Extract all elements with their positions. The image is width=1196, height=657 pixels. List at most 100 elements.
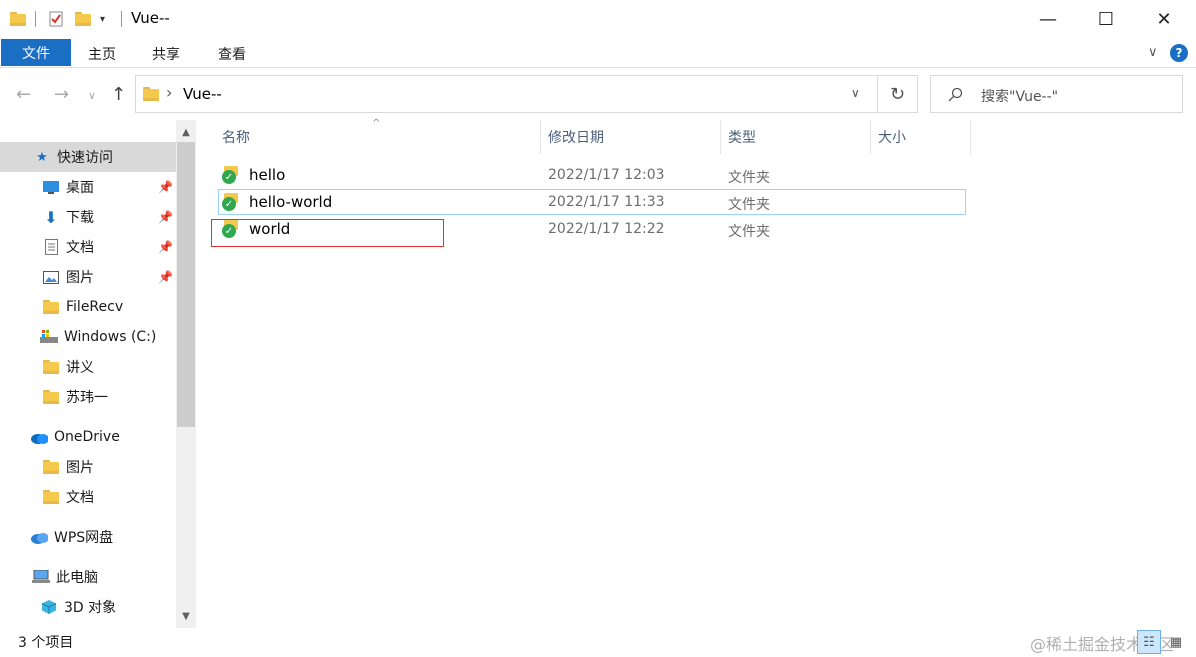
column-divider[interactable]: [720, 120, 721, 154]
tab-home[interactable]: 主页: [88, 44, 116, 64]
details-view-button[interactable]: ☷: [1137, 630, 1161, 654]
large-icons-view-button[interactable]: ▦: [1164, 630, 1188, 654]
file-name[interactable]: hello: [249, 166, 285, 184]
pin-icon[interactable]: 📌: [158, 270, 173, 284]
search-placeholder: 搜索"Vue--": [981, 89, 1059, 105]
sidebar-item-label: 下载: [66, 210, 94, 226]
divider: [121, 11, 122, 27]
file-date: 2022/1/17 11:33: [548, 194, 665, 210]
breadcrumb[interactable]: Vue--: [183, 85, 222, 103]
file-type: 文件夹: [728, 197, 770, 213]
sidebar-item-label: 讲义: [66, 360, 94, 376]
folder-icon: [42, 359, 60, 375]
column-header-type[interactable]: 类型: [728, 122, 756, 152]
file-row[interactable]: ✓ hello 2022/1/17 12:03 文件夹: [218, 162, 966, 188]
tab-share[interactable]: 共享: [152, 44, 180, 64]
status-item-count: 3 个项目: [18, 635, 74, 651]
recent-locations-icon[interactable]: ∨: [88, 89, 96, 102]
minimize-button[interactable]: —: [1018, 0, 1078, 38]
window-title: Vue--: [131, 9, 170, 27]
folder-icon: [143, 87, 159, 105]
sidebar-item-label: 图片: [66, 270, 94, 286]
up-button[interactable]: ↑: [111, 84, 126, 105]
file-date: 2022/1/17 12:22: [548, 221, 665, 237]
sidebar-item-filerecv[interactable]: FileRecv: [0, 292, 123, 322]
customize-toolbar-icon[interactable]: ▾: [100, 9, 105, 29]
cloud-icon: [30, 429, 48, 445]
breadcrumb-chevron-icon[interactable]: ›: [166, 83, 172, 102]
refresh-button[interactable]: ↻: [878, 75, 918, 113]
sidebar-item-label: OneDrive: [54, 429, 120, 445]
sidebar-item-quick-access[interactable]: ★ 快速访问: [0, 142, 176, 172]
tab-file[interactable]: 文件: [1, 39, 71, 66]
cloud-icon: [30, 529, 48, 545]
column-header-size[interactable]: 大小: [878, 122, 906, 152]
column-divider[interactable]: [870, 120, 871, 154]
column-header-name[interactable]: 名称: [222, 122, 250, 152]
sidebar-item-desktop[interactable]: 桌面: [0, 172, 94, 202]
file-date: 2022/1/17 12:03: [548, 167, 665, 183]
sidebar-item-3d-objects[interactable]: 3D 对象: [0, 592, 116, 622]
cube-icon: [40, 599, 58, 615]
folder-icon: [10, 9, 26, 29]
sidebar-item-pictures[interactable]: 图片: [0, 262, 94, 292]
close-button[interactable]: ✕: [1134, 0, 1194, 38]
sidebar-item-label: 此电脑: [56, 570, 98, 586]
folder-icon: [42, 459, 60, 475]
file-name[interactable]: hello-world: [249, 193, 332, 211]
address-dropdown-icon[interactable]: ∨: [851, 86, 860, 100]
sidebar-item-wps-cloud[interactable]: WPS网盘: [0, 522, 113, 552]
search-input[interactable]: 搜索"Vue--": [930, 75, 1183, 113]
download-icon: ⬇: [44, 207, 58, 227]
sidebar-item-downloads[interactable]: ⬇ 下载: [0, 202, 94, 232]
sidebar-item-this-pc[interactable]: 此电脑: [0, 562, 98, 592]
divider: [35, 11, 36, 27]
sidebar-item-label: Windows (C:): [64, 329, 157, 345]
folder-icon: [42, 389, 60, 405]
sidebar-item-drive-c[interactable]: Windows (C:): [0, 322, 156, 352]
sidebar-item-lecture-notes[interactable]: 讲义: [0, 352, 94, 382]
scroll-up-icon[interactable]: ▲: [176, 122, 196, 142]
git-folder-icon: ✓: [222, 193, 240, 211]
expand-ribbon-icon[interactable]: ∨: [1148, 45, 1158, 60]
sidebar-item-onedrive[interactable]: OneDrive: [0, 422, 120, 452]
sort-ascending-icon: ^: [372, 118, 381, 129]
sidebar-item-label: 苏玮一: [66, 390, 108, 406]
new-folder-icon[interactable]: [75, 9, 91, 29]
column-divider[interactable]: [540, 120, 541, 154]
address-bar[interactable]: › Vue-- ∨: [135, 75, 878, 113]
maximize-button[interactable]: ☐: [1076, 0, 1136, 38]
document-icon: [42, 239, 60, 255]
forward-button[interactable]: →: [54, 84, 69, 105]
sidebar-item-onedrive-documents[interactable]: 文档: [0, 482, 94, 512]
navigation-pane: ★ 快速访问 桌面 📌 ⬇ 下载 📌 文档 📌 图片 📌 FileRecv Wi…: [0, 120, 196, 630]
folder-icon: [42, 299, 60, 315]
tab-view[interactable]: 查看: [218, 44, 246, 64]
pin-icon[interactable]: 📌: [158, 180, 173, 194]
pin-icon[interactable]: 📌: [158, 210, 173, 224]
help-icon[interactable]: ?: [1170, 44, 1188, 62]
computer-icon: [32, 569, 50, 585]
sidebar-item-label: 图片: [66, 460, 94, 476]
scroll-down-icon[interactable]: ▼: [176, 606, 196, 626]
column-divider[interactable]: [970, 120, 971, 154]
column-header-date[interactable]: 修改日期: [548, 122, 604, 152]
file-type: 文件夹: [728, 170, 770, 186]
properties-icon[interactable]: [48, 9, 64, 29]
picture-icon: [42, 269, 60, 285]
folder-icon: [42, 489, 60, 505]
file-row[interactable]: ✓ hello-world 2022/1/17 11:33 文件夹: [218, 189, 966, 215]
sidebar-item-onedrive-pictures[interactable]: 图片: [0, 452, 94, 482]
sidebar-item-documents[interactable]: 文档: [0, 232, 94, 262]
star-icon: ★: [36, 149, 48, 165]
drive-icon: [40, 329, 58, 345]
sidebar-item-label: 快速访问: [57, 150, 113, 166]
title-bar: ▾ Vue-- — ☐ ✕: [0, 0, 1196, 38]
desktop-icon: [42, 179, 60, 195]
pin-icon[interactable]: 📌: [158, 240, 173, 254]
sidebar-item-su-weiyi[interactable]: 苏玮一: [0, 382, 108, 412]
git-folder-icon: ✓: [222, 166, 240, 184]
back-button[interactable]: ←: [16, 84, 31, 105]
scrollbar-thumb[interactable]: [177, 142, 195, 427]
annotation-highlight: [211, 219, 444, 247]
